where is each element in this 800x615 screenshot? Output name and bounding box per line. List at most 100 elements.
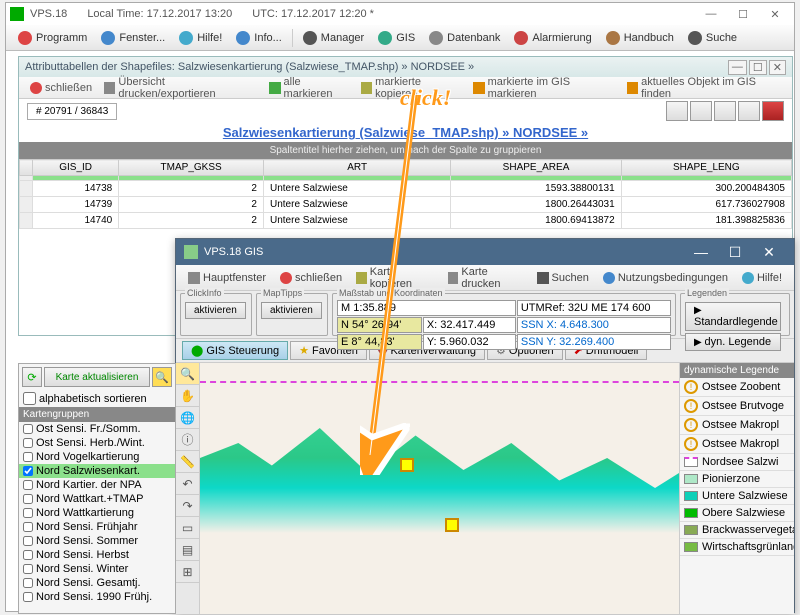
attr-action-3[interactable] (714, 101, 736, 121)
layer-item[interactable]: Nord Sensi. Winter (19, 562, 175, 576)
tool-globe-icon[interactable]: 🌐 (176, 407, 199, 429)
grid-header[interactable]: TMAP_GKSS (119, 160, 264, 176)
tool-fwd-icon[interactable]: ↷ (176, 495, 199, 517)
app-icon (10, 7, 24, 21)
layer-item[interactable]: Nord Kartier. der NPA (19, 478, 175, 492)
menu-hilfe[interactable]: Hilfe! (173, 29, 228, 47)
attr-maximize-button[interactable]: ☐ (749, 60, 767, 75)
menu-info[interactable]: Info... (230, 29, 288, 47)
table-row[interactable]: 147392Untere Salzwiese1800.26443031617.7… (20, 197, 792, 213)
grid-header[interactable]: ART (263, 160, 450, 176)
tool-extra2-icon[interactable]: ⊞ (176, 561, 199, 583)
legend-item: !Ostsee Makropl (680, 435, 794, 454)
gis-print-btn[interactable]: Karte drucken (442, 264, 529, 292)
attr-selectall-btn[interactable]: alle markieren (264, 75, 354, 101)
gis-minimize-button[interactable]: — (684, 244, 718, 261)
tab-gis-steuerung[interactable]: ⬤GIS Steuerung (182, 341, 288, 360)
layer-item[interactable]: Nord Sensi. Herbst (19, 548, 175, 562)
gis-help-btn[interactable]: Hilfe! (736, 270, 788, 286)
gis-close-button[interactable]: ✕ (752, 244, 786, 261)
layer-item[interactable]: Nord Sensi. Frühjahr (19, 520, 175, 534)
coord-x: X: 32.417.449 (423, 317, 516, 333)
layer-item[interactable]: Nord Vogelkartierung (19, 450, 175, 464)
layer-search-icon[interactable]: 🔍 (152, 367, 172, 387)
gis-search-btn[interactable]: Suchen (531, 270, 595, 286)
map-canvas[interactable] (200, 363, 679, 614)
layer-item[interactable]: Nord Wattkartierung (19, 506, 175, 520)
gis-maximize-button[interactable]: ☐ (718, 244, 752, 261)
layer-item[interactable]: Nord Sensi. Sommer (19, 534, 175, 548)
gis-title-bar[interactable]: VPS.18 GIS — ☐ ✕ (176, 239, 794, 265)
minimize-button[interactable]: — (696, 8, 726, 21)
gis-close-btn[interactable]: schließen (274, 270, 348, 286)
maptipps-activate-btn[interactable]: aktivieren (261, 302, 322, 319)
attr-copy-btn[interactable]: markierte kopieren (356, 75, 466, 101)
gis-terms-btn[interactable]: Nutzungsbedingungen (597, 270, 734, 286)
layer-item[interactable]: Nord Salzwiesenkart. (19, 464, 175, 478)
layer-item[interactable]: Ost Sensi. Herb./Wint. (19, 436, 175, 450)
grid-header[interactable]: GIS_ID (33, 160, 119, 176)
menu-manager[interactable]: Manager (297, 29, 370, 47)
map-marker-2[interactable] (445, 518, 459, 532)
layer-item[interactable]: Nord Wattkart.+TMAP (19, 492, 175, 506)
attr-info-bar: # 20791 / 36843 (19, 99, 792, 123)
map-boundary-line (200, 381, 679, 383)
clickinfo-activate-btn[interactable]: aktivieren (185, 302, 246, 319)
attr-action-1[interactable] (666, 101, 688, 121)
coord-y: Y: 5.960.032 (423, 334, 516, 350)
menu-datenbank[interactable]: Datenbank (423, 29, 506, 47)
gis-hauptfenster-btn[interactable]: Hauptfenster (182, 270, 272, 286)
layer-panel: ⟳ Karte aktualisieren 🔍 alphabetisch sor… (18, 363, 176, 614)
tool-extra1-icon[interactable]: ▤ (176, 539, 199, 561)
attr-minimize-button[interactable]: — (728, 60, 747, 75)
layer-reload-icon[interactable]: ⟳ (22, 367, 42, 387)
dyn-legend-btn[interactable]: ▶ dyn. Legende (685, 333, 781, 351)
legend-item: !Ostsee Makropl (680, 416, 794, 435)
gis-app-icon (184, 245, 198, 259)
attr-action-4[interactable] (738, 101, 760, 121)
attr-toolbar: schließen Übersicht drucken/exportieren … (19, 77, 792, 99)
menu-gis[interactable]: GIS (372, 29, 421, 47)
map-tools: 🔍 ✋ 🌐 ⓘ 📏 ↶ ↷ ▭ ▤ ⊞ (176, 363, 200, 614)
tool-pan-icon[interactable]: ✋ (176, 385, 199, 407)
layer-item[interactable]: Nord Sensi. 1990 Frühj. (19, 590, 175, 604)
tool-select-icon[interactable]: ▭ (176, 517, 199, 539)
legend-item: Wirtschaftsgrünland (680, 539, 794, 556)
attr-close-btn[interactable]: schließen (25, 81, 97, 95)
utc-time: UTC: 17.12.2017 12:20 * (252, 8, 374, 20)
map-land-layer (200, 398, 679, 548)
grid-group-hint[interactable]: Spaltentitel hierher ziehen, um nach der… (19, 142, 792, 159)
menu-handbuch[interactable]: Handbuch (600, 29, 680, 47)
attr-export-btn[interactable]: Übersicht drucken/exportieren (99, 75, 262, 101)
grid-header[interactable]: SHAPE_AREA (451, 160, 621, 176)
grid-header[interactable]: SHAPE_LENG (621, 160, 791, 176)
attr-markgis-btn[interactable]: markierte im GIS markieren (468, 75, 620, 101)
refresh-map-btn[interactable]: Karte aktualisieren (44, 367, 150, 387)
map-marker-1[interactable] (400, 458, 414, 472)
attr-action-delete[interactable] (762, 101, 784, 121)
attribute-grid[interactable]: GIS_IDTMAP_GKSSARTSHAPE_AREASHAPE_LENG 1… (19, 159, 792, 229)
maximize-button[interactable]: ☐ (728, 8, 758, 21)
attr-close-button[interactable]: ✕ (769, 60, 786, 75)
attr-findgis-btn[interactable]: aktuelles Objekt im GIS finden (622, 75, 786, 101)
table-row[interactable]: 147402Untere Salzwiese1800.69413872181.3… (20, 213, 792, 229)
attr-action-2[interactable] (690, 101, 712, 121)
legenden-panel: Legenden ▶ Standardlegende ▶ dyn. Legend… (680, 293, 790, 336)
menu-alarmierung[interactable]: Alarmierung (508, 29, 597, 47)
tool-back-icon[interactable]: ↶ (176, 473, 199, 495)
tool-zoom-icon[interactable]: 🔍 (176, 363, 199, 385)
sort-alpha-checkbox[interactable]: alphabetisch sortieren (19, 390, 175, 407)
close-button[interactable]: ✕ (760, 8, 790, 21)
menu-suche[interactable]: Suche (682, 29, 743, 47)
coord-ssnx: SSN X: 4.648.300 (517, 317, 671, 333)
tool-measure-icon[interactable]: 📏 (176, 451, 199, 473)
layer-item[interactable]: Nord Sensi. Gesamtj. (19, 576, 175, 590)
std-legend-btn[interactable]: ▶ Standardlegende (685, 302, 781, 331)
menu-programm[interactable]: Programm (12, 29, 93, 47)
table-row[interactable]: 147382Untere Salzwiese1593.38800131300.2… (20, 181, 792, 197)
tool-identify-icon[interactable]: ⓘ (176, 429, 199, 451)
layer-item[interactable]: Ost Sensi. Fr./Somm. (19, 422, 175, 436)
legend-item: Nordsee Salzwi (680, 454, 794, 471)
menu-fenster[interactable]: Fenster... (95, 29, 171, 47)
layer-list[interactable]: Ost Sensi. Fr./Somm.Ost Sensi. Herb./Win… (19, 422, 175, 610)
